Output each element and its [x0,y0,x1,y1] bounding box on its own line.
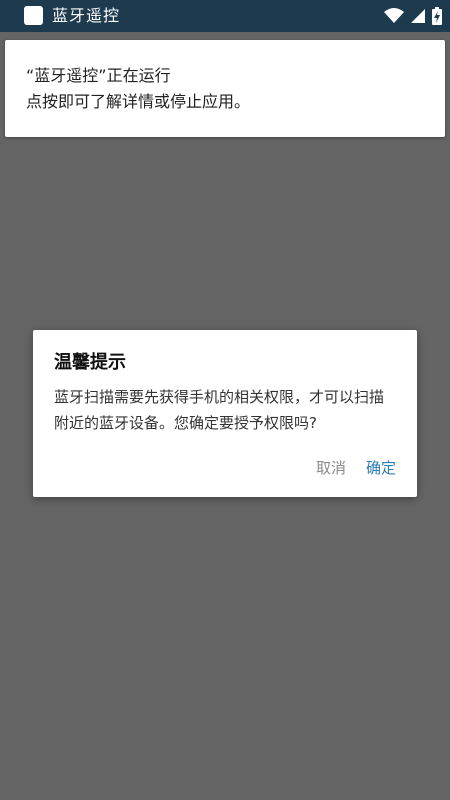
cancel-button[interactable]: 取消 [316,457,346,479]
permission-dialog: 温馨提示 蓝牙扫描需要先获得手机的相关权限，才可以扫描附近的蓝牙设备。您确定要授… [33,330,417,497]
notification-text: 点按即可了解详情或停止应用。 [26,92,251,111]
dialog-actions: 取消 确定 [316,457,396,479]
signal-icon [410,8,426,24]
confirm-button[interactable]: 确定 [366,457,396,479]
app-icon [24,6,43,25]
notification-title: “蓝牙遥控”正在运行 [26,66,171,85]
wifi-icon [384,8,404,24]
dialog-title: 温馨提示 [54,352,126,373]
dialog-message: 蓝牙扫描需要先获得手机的相关权限，才可以扫描附近的蓝牙设备。您确定要授予权限吗? [54,388,385,432]
running-notification[interactable]: “蓝牙遥控”正在运行 点按即可了解详情或停止应用。 [5,40,445,137]
battery-charging-icon [432,7,442,25]
status-icons [384,5,442,27]
status-app-title: 蓝牙遥控 [52,6,121,25]
status-bar: 蓝牙遥控 [0,0,450,32]
